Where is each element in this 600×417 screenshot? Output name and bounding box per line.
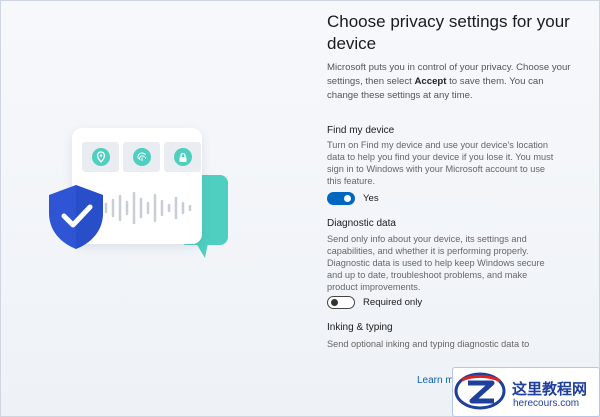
privacy-illustration (0, 0, 310, 417)
watermark-logo-icon (454, 372, 506, 410)
watermark-site-name: 这里教程网 (512, 381, 588, 398)
intro-accept-emphasis: Accept (414, 76, 447, 87)
inking-typing-title: Inking & typing (327, 322, 393, 333)
location-tile (82, 142, 119, 172)
toggle-knob (344, 195, 351, 202)
fingerprint-icon (132, 148, 151, 166)
inking-typing-description: Send optional inking and typing diagnost… (327, 339, 530, 349)
diagnostic-data-title: Diagnostic data (327, 218, 396, 229)
find-my-device-toggle-label: Yes (363, 193, 379, 204)
audio-waveform-graphic (104, 191, 192, 225)
lock-tile (164, 142, 201, 172)
page-title: Choose privacy settings for your device (327, 12, 570, 53)
learn-more-link[interactable]: Learn m (417, 375, 454, 386)
location-pin-icon (91, 148, 110, 166)
find-my-device-title: Find my device (327, 125, 395, 136)
shield-check-icon (49, 185, 103, 249)
toggle-knob (331, 299, 338, 306)
diagnostic-data-description: Send only info about your device, its se… (327, 234, 545, 292)
diagnostic-data-toggle[interactable] (327, 296, 355, 309)
fingerprint-tile (123, 142, 160, 172)
lock-icon (173, 148, 192, 166)
find-my-device-description: Turn on Find my device and use your devi… (327, 140, 554, 186)
watermark-url: herecours.com (513, 398, 580, 409)
find-my-device-toggle[interactable] (327, 192, 355, 205)
diagnostic-data-toggle-label: Required only (363, 297, 423, 308)
intro-text: Microsoft puts you in control of your pr… (327, 61, 575, 103)
